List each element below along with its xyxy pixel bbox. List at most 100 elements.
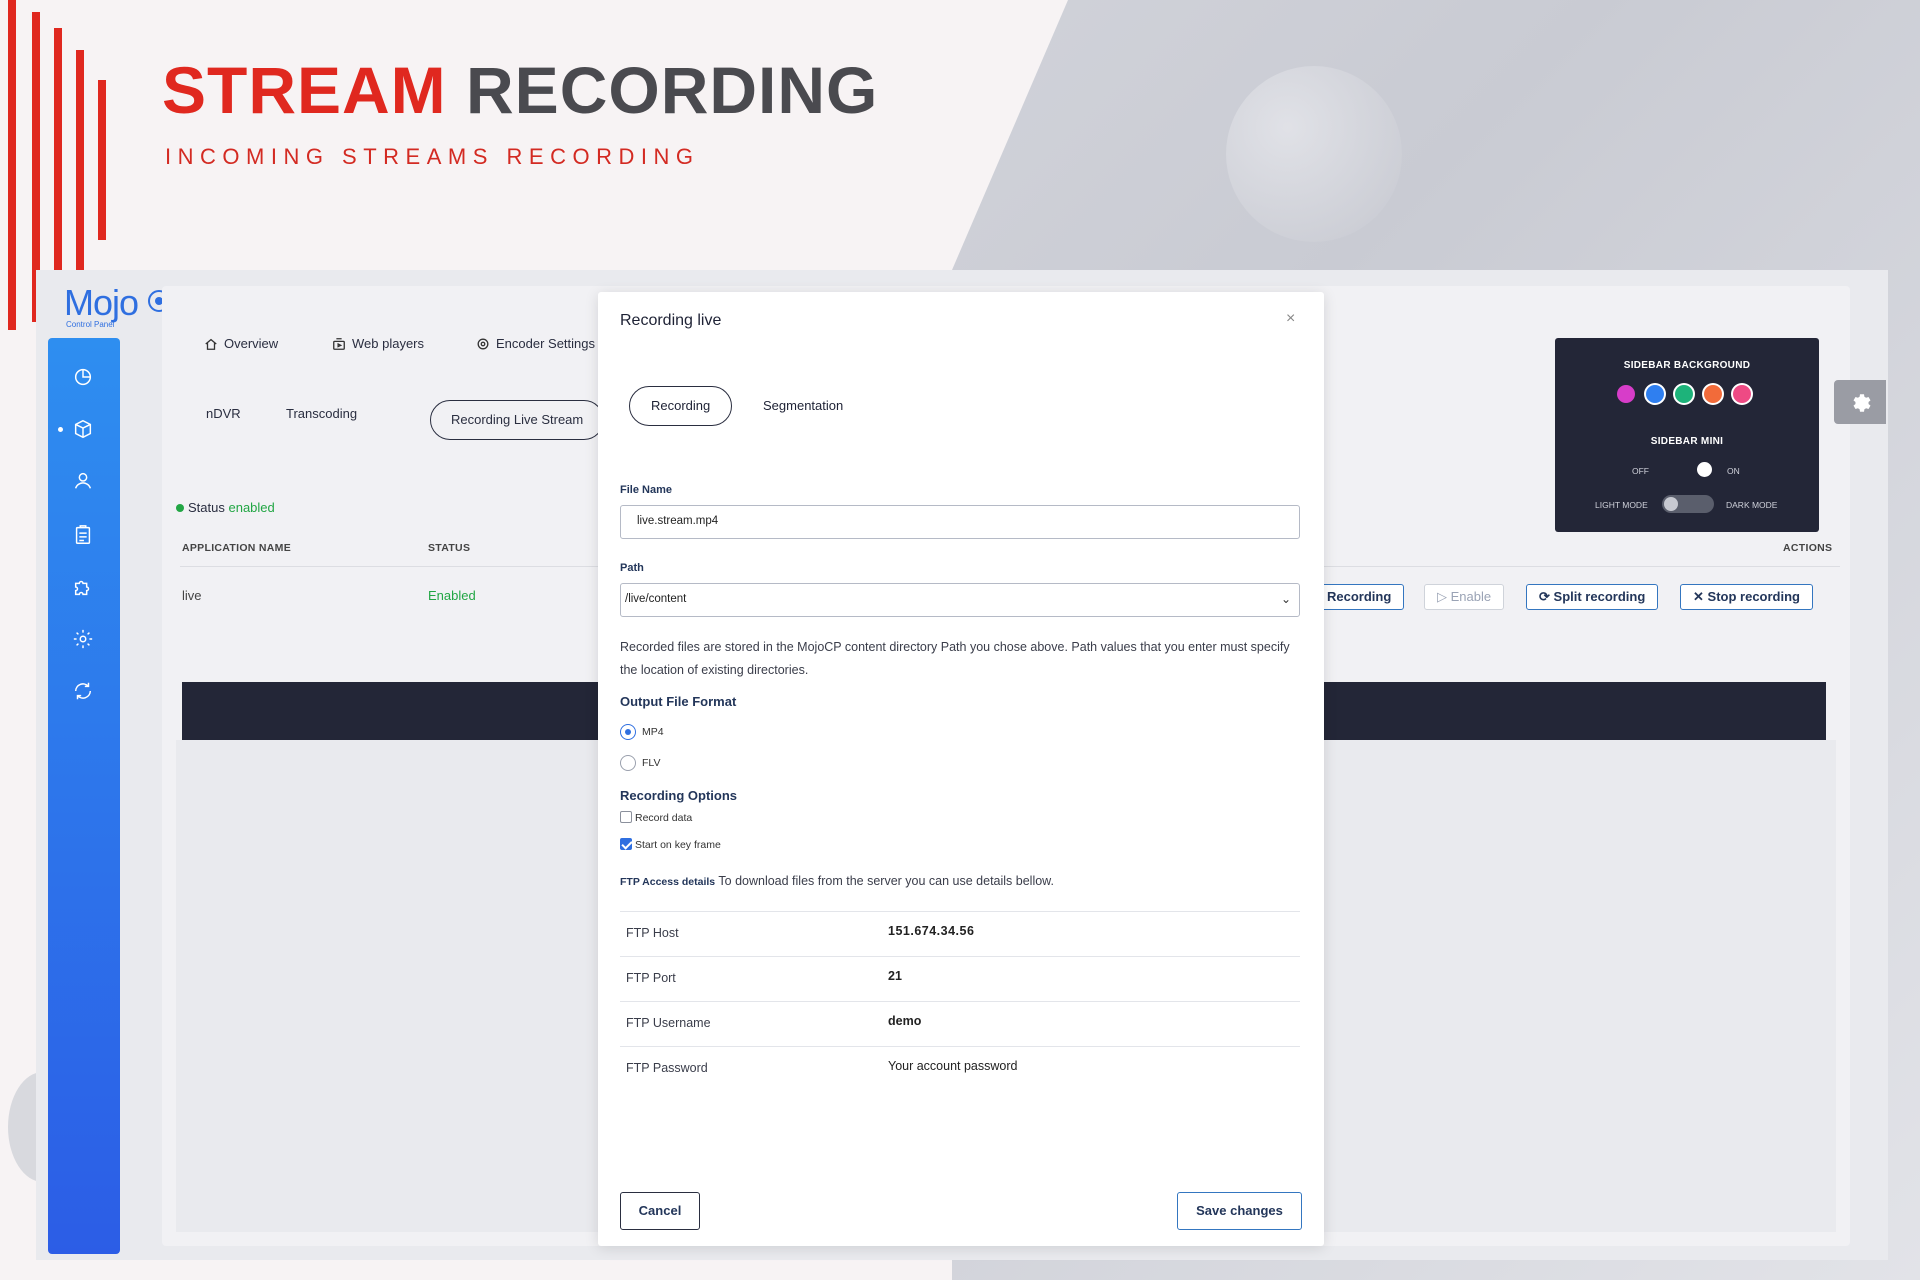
output-format-heading: Output File Format [620,694,737,709]
nav-overview[interactable]: Overview [204,336,278,351]
split-icon: ⟳ [1539,589,1550,604]
nav-encoder-settings-label: Encoder Settings [496,336,596,351]
ftp-host-value: 151.674.34.56 [888,924,975,938]
swatch-purple[interactable] [1617,385,1635,403]
cube-icon[interactable] [72,418,96,442]
ftp-row-host: FTP Host 151.674.34.56 [620,911,1300,956]
dark-mode-label: DARK MODE [1726,500,1778,510]
ftp-password-value: Your account password [888,1059,1018,1073]
file-name-label: File Name [620,484,672,496]
nav-overview-label: Overview [224,336,279,351]
settings-icon [477,338,489,349]
row-app-name: live [182,588,202,603]
mp4-label: MP4 [642,726,664,738]
ftp-row-username: FTP Username demo [620,1001,1300,1046]
swatch-green[interactable] [1675,385,1693,403]
sidebar-mini-toggle[interactable] [1697,462,1712,477]
puzzle-icon[interactable] [72,576,96,600]
cancel-button[interactable]: Cancel [620,1192,700,1230]
theme-settings-panel: SIDEBAR BACKGROUND SIDEBAR MINI OFF ON L… [1555,338,1819,532]
tab-segmentation[interactable]: Segmentation [763,398,843,413]
nav-web-players[interactable]: Web players [332,336,424,351]
start-recording-button[interactable]: Recording [1314,584,1405,610]
swatch-blue[interactable] [1646,385,1664,403]
path-label: Path [620,562,644,574]
path-value: /live/content [625,593,687,605]
hero-title: STREAM RECORDING [162,52,878,128]
ftp-password-key: FTP Password [626,1061,708,1075]
ftp-intro-text: To download files from the server you ca… [718,874,1054,888]
close-icon: ✕ [1693,589,1704,604]
col-header-app-name: APPLICATION NAME [182,542,292,554]
record-data-label: Record data [635,812,693,824]
hero-circle-decoration [1226,66,1402,242]
refresh-icon[interactable] [72,680,96,704]
logo-text: Mojo [64,282,139,323]
ftp-row-port: FTP Port 21 [620,956,1300,1001]
gear-icon [1853,394,1871,412]
active-indicator [58,427,63,432]
off-label: OFF [1632,466,1649,476]
tab-transcoding[interactable]: Transcoding [286,406,357,421]
radio-mp4[interactable] [620,724,636,740]
ftp-username-key: FTP Username [626,1016,711,1030]
stop-recording-label: Stop recording [1707,589,1800,604]
home-icon [205,338,217,350]
start-key-frame-checkbox[interactable] [620,838,632,850]
modal-title: Recording live [620,312,722,329]
settings-gear-button[interactable] [1834,380,1886,424]
ftp-row-password: FTP Password Your account password [620,1046,1300,1091]
status-value: enabled [228,500,275,515]
split-recording-button[interactable]: ⟳ Split recording [1526,584,1659,610]
ftp-port-key: FTP Port [626,971,676,985]
ftp-intro: FTP Access details To download files fro… [620,874,1054,888]
col-header-status: STATUS [428,542,471,554]
player-icon [333,337,345,350]
recording-modal: Recording live × Recording Segmentation … [598,292,1324,1246]
swatch-pink[interactable] [1733,385,1751,403]
status-indicator: Status enabled [176,500,275,515]
split-recording-label: Split recording [1553,589,1646,604]
close-icon[interactable]: × [1286,310,1295,328]
nav-web-players-label: Web players [352,336,425,351]
gear-icon[interactable] [72,628,96,652]
path-description: Recorded files are stored in the MojoCP … [620,640,1290,677]
hero-subtitle: INCOMING STREAMS RECORDING [165,144,700,169]
tab-recording-live-stream[interactable]: Recording Live Stream [430,400,605,440]
start-key-frame-label: Start on key frame [635,839,721,851]
enable-button[interactable]: ▷ Enable [1424,584,1505,610]
sidebar [48,338,120,1254]
status-label: Status [188,500,225,515]
save-changes-button[interactable]: Save changes [1177,1192,1302,1230]
record-data-checkbox[interactable] [620,811,632,823]
sidebar-mini-label: SIDEBAR MINI [1650,436,1724,447]
tab-ndvr[interactable]: nDVR [206,406,241,421]
stop-recording-button[interactable]: ✕ Stop recording [1680,584,1813,610]
light-mode-label: LIGHT MODE [1595,500,1648,510]
dashboard-icon[interactable] [72,366,96,390]
ftp-username-value: demo [888,1014,922,1028]
start-recording-label: Recording [1327,589,1392,604]
sidebar-background-label: SIDEBAR BACKGROUND [1623,360,1751,371]
file-name-input[interactable]: live.stream.mp4 [620,505,1300,539]
on-label: ON [1727,466,1740,476]
user-icon[interactable] [72,470,96,494]
flv-label: FLV [642,757,661,769]
chevron-down-icon: ⌄ [1280,592,1291,606]
tab-recording[interactable]: Recording [629,386,733,426]
recording-options-heading: Recording Options [620,788,737,803]
ftp-intro-heading: FTP Access details [620,876,716,888]
logo-subtitle: Control Panel [66,320,115,329]
hero-title-accent: STREAM [162,53,447,127]
enable-label: Enable [1450,589,1492,604]
radio-flv[interactable] [620,755,636,771]
ftp-port-value: 21 [888,969,902,983]
clipboard-icon[interactable] [72,524,96,548]
path-select[interactable]: /live/content ⌄ [620,583,1300,617]
hero-title-rest: RECORDING [466,53,879,127]
status-dot [176,504,184,512]
swatch-orange[interactable] [1704,385,1722,403]
nav-encoder-settings[interactable]: Encoder Settings [476,336,595,351]
dark-mode-toggle[interactable] [1662,495,1714,513]
logo: Mojo Control Panel [64,282,170,332]
